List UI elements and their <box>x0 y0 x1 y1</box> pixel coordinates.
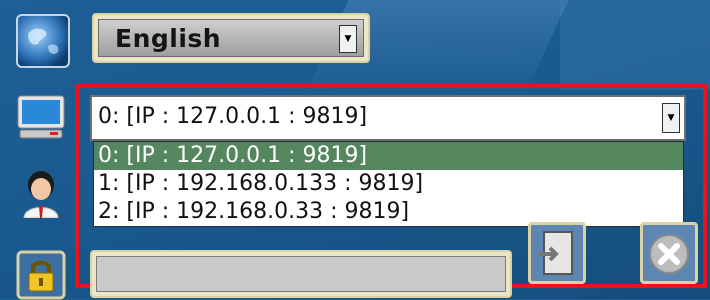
close-icon <box>649 234 689 274</box>
login-button[interactable] <box>528 222 586 284</box>
password-input[interactable] <box>96 256 506 292</box>
close-button[interactable] <box>640 222 698 284</box>
dropdown-option[interactable]: 2: [IP : 192.168.0.33 : 9819] <box>94 198 683 226</box>
user-avatar-icon <box>16 168 66 218</box>
dropdown-arrow-icon[interactable]: ▼ <box>662 103 680 133</box>
connection-select-value: 0: [IP : 127.0.0.1 : 9819] <box>98 104 368 129</box>
login-door-icon <box>538 231 573 275</box>
password-field[interactable] <box>90 250 512 298</box>
connection-select[interactable]: 0: [IP : 127.0.0.1 : 9819] ▼ <box>90 95 686 141</box>
language-select[interactable]: English ▼ <box>92 13 370 63</box>
globe-icon <box>16 14 70 68</box>
dropdown-arrow-icon[interactable]: ▼ <box>339 25 357 53</box>
language-select-value: English <box>115 24 222 53</box>
language-select-box[interactable]: English ▼ <box>98 19 364 57</box>
dropdown-option[interactable]: 1: [IP : 192.168.0.133 : 9819] <box>94 170 683 198</box>
monitor-icon <box>16 92 66 142</box>
lock-icon <box>16 250 66 300</box>
connection-dropdown-list: 0: [IP : 127.0.0.1 : 9819] 1: [IP : 192.… <box>93 141 684 227</box>
dropdown-option[interactable]: 0: [IP : 127.0.0.1 : 9819] <box>94 142 683 170</box>
background-panel <box>560 0 710 90</box>
